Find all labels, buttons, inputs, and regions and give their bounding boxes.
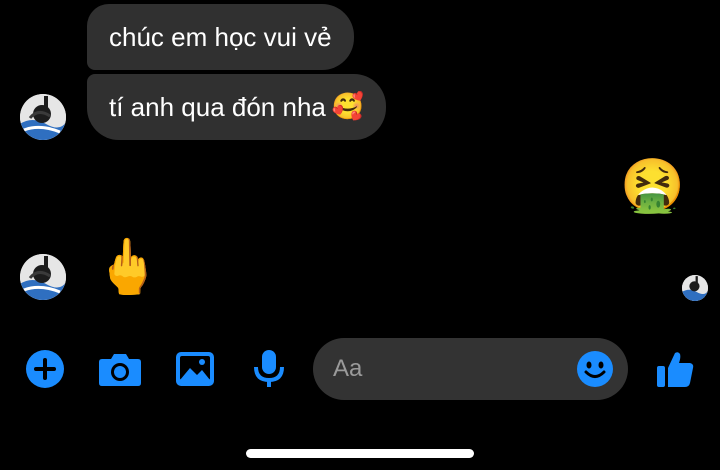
gallery-icon <box>176 352 214 386</box>
message-bubble[interactable]: chúc em học vui vẻ <box>87 4 354 70</box>
read-receipt-avatar <box>682 275 708 301</box>
composer-bar: Aa <box>0 336 720 402</box>
add-button[interactable] <box>22 346 68 392</box>
message-text: chúc em học vui vẻ <box>109 22 332 52</box>
thumbs-up-icon <box>657 352 694 387</box>
message-text: tí anh qua đón nha <box>109 92 326 122</box>
sent-vomiting-face-emoji[interactable]: 🤮 <box>620 160 685 212</box>
message-bubble[interactable]: tí anh qua đón nha 🥰 <box>87 74 387 140</box>
voice-button[interactable] <box>246 346 292 392</box>
message-input-placeholder: Aa <box>333 355 363 382</box>
contact-avatar[interactable] <box>20 94 66 140</box>
microphone-icon <box>254 350 284 387</box>
camera-button[interactable] <box>97 346 143 392</box>
received-middle-finger-emoji[interactable]: 🖕 <box>94 240 161 294</box>
emoji-icon[interactable] <box>576 350 614 388</box>
camera-icon <box>99 354 141 386</box>
plus-icon <box>26 350 64 388</box>
home-indicator[interactable] <box>246 449 474 458</box>
contact-avatar[interactable] <box>20 254 66 300</box>
smiling-face-with-hearts-emoji: 🥰 <box>331 92 365 122</box>
message-input[interactable]: Aa <box>313 338 628 400</box>
like-button[interactable] <box>652 346 698 392</box>
gallery-button[interactable] <box>172 346 218 392</box>
